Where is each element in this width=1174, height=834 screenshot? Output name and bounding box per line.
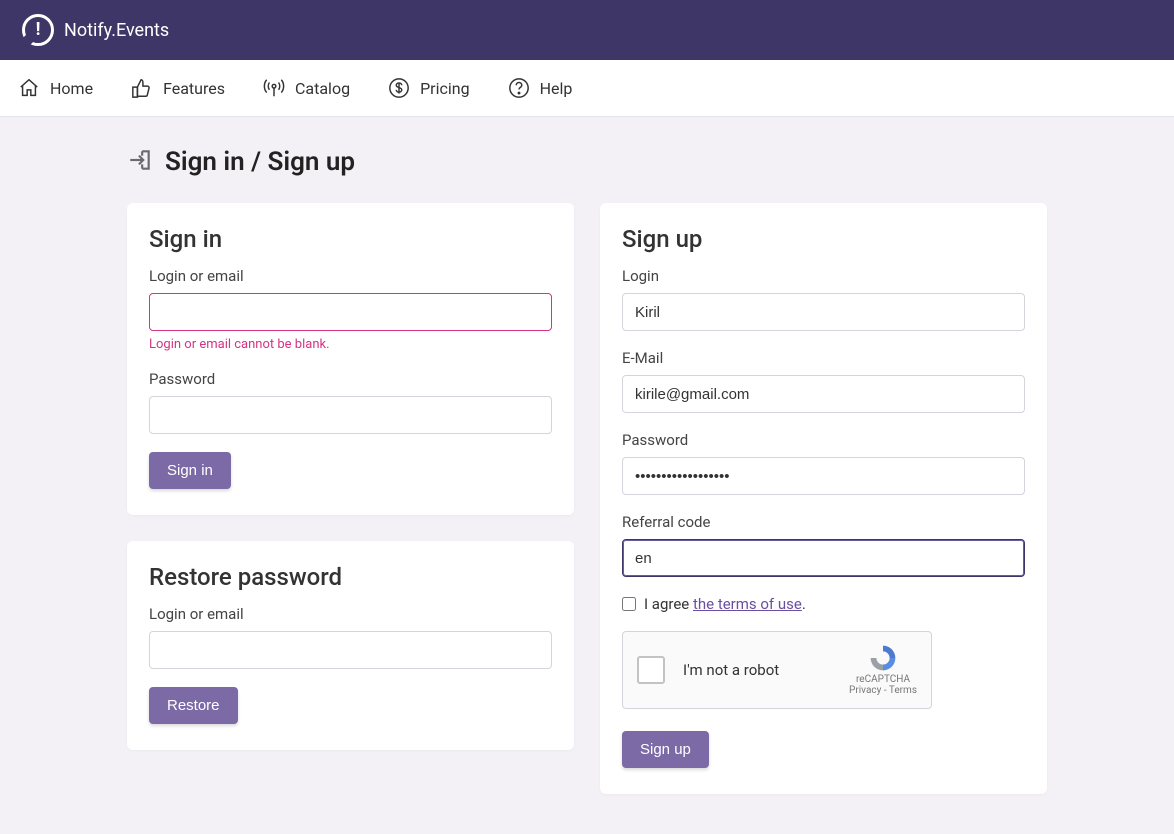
signin-password-input[interactable] (149, 396, 552, 434)
signup-button[interactable]: Sign up (622, 731, 709, 768)
signup-card: Sign up Login E-Mail Password Referral c… (600, 203, 1047, 794)
recaptcha-checkbox[interactable] (637, 656, 665, 684)
signin-login-label: Login or email (149, 267, 552, 285)
signup-heading: Sign up (622, 225, 1025, 253)
page-title: Sign in / Sign up (165, 147, 355, 177)
page-title-row: Sign in / Sign up (127, 147, 1047, 177)
signup-referral-label: Referral code (622, 513, 1025, 531)
nav-features[interactable]: Features (131, 77, 225, 99)
recaptcha-links[interactable]: Privacy - Terms (849, 685, 917, 696)
recaptcha-label: I'm not a robot (683, 661, 849, 679)
top-bar: ! Notify.Events (0, 0, 1174, 60)
restore-login-input[interactable] (149, 631, 552, 669)
nav-pricing[interactable]: Pricing (388, 77, 470, 99)
signup-login-label: Login (622, 267, 1025, 285)
agree-row: I agree the terms of use. (622, 595, 1025, 613)
signin-login-error: Login or email cannot be blank. (149, 337, 552, 352)
agree-checkbox[interactable] (622, 597, 636, 611)
signup-password-label: Password (622, 431, 1025, 449)
restore-login-label: Login or email (149, 605, 552, 623)
terms-link[interactable]: the terms of use (693, 595, 802, 613)
recaptcha-icon (866, 644, 900, 672)
signin-arrow-icon (127, 147, 153, 177)
signin-heading: Sign in (149, 225, 552, 253)
signup-referral-input[interactable] (622, 539, 1025, 577)
thumbs-up-icon (131, 77, 153, 99)
restore-heading: Restore password (149, 563, 552, 591)
agree-suffix: . (802, 595, 806, 613)
nav-home-label: Home (50, 79, 93, 98)
recaptcha-branding: reCAPTCHA Privacy - Terms (849, 644, 917, 696)
main-nav: Home Features Catalog Pricing Help (0, 60, 1174, 117)
recaptcha-brand-text: reCAPTCHA (849, 674, 917, 685)
signup-email-label: E-Mail (622, 349, 1025, 367)
signup-login-input[interactable] (622, 293, 1025, 331)
brand-logo[interactable]: ! Notify.Events (22, 14, 169, 46)
logo-icon: ! (22, 14, 54, 46)
home-icon (18, 77, 40, 99)
recaptcha-widget[interactable]: I'm not a robot reCAPTCHA Privacy - Term… (622, 631, 932, 709)
nav-pricing-label: Pricing (420, 79, 470, 98)
signup-email-input[interactable] (622, 375, 1025, 413)
dollar-icon (388, 77, 410, 99)
nav-features-label: Features (163, 79, 225, 98)
restore-card: Restore password Login or email Restore (127, 541, 574, 750)
signin-button[interactable]: Sign in (149, 452, 231, 489)
nav-help-label: Help (540, 79, 573, 98)
signin-password-label: Password (149, 370, 552, 388)
agree-prefix: I agree (644, 595, 693, 613)
brand-text: Notify.Events (64, 20, 169, 41)
nav-catalog-label: Catalog (295, 79, 350, 98)
restore-button[interactable]: Restore (149, 687, 238, 724)
broadcast-icon (263, 77, 285, 99)
nav-catalog[interactable]: Catalog (263, 77, 350, 99)
signin-card: Sign in Login or email Login or email ca… (127, 203, 574, 515)
signin-login-input[interactable] (149, 293, 552, 331)
help-icon (508, 77, 530, 99)
nav-help[interactable]: Help (508, 77, 573, 99)
nav-home[interactable]: Home (18, 77, 93, 99)
signup-password-input[interactable] (622, 457, 1025, 495)
